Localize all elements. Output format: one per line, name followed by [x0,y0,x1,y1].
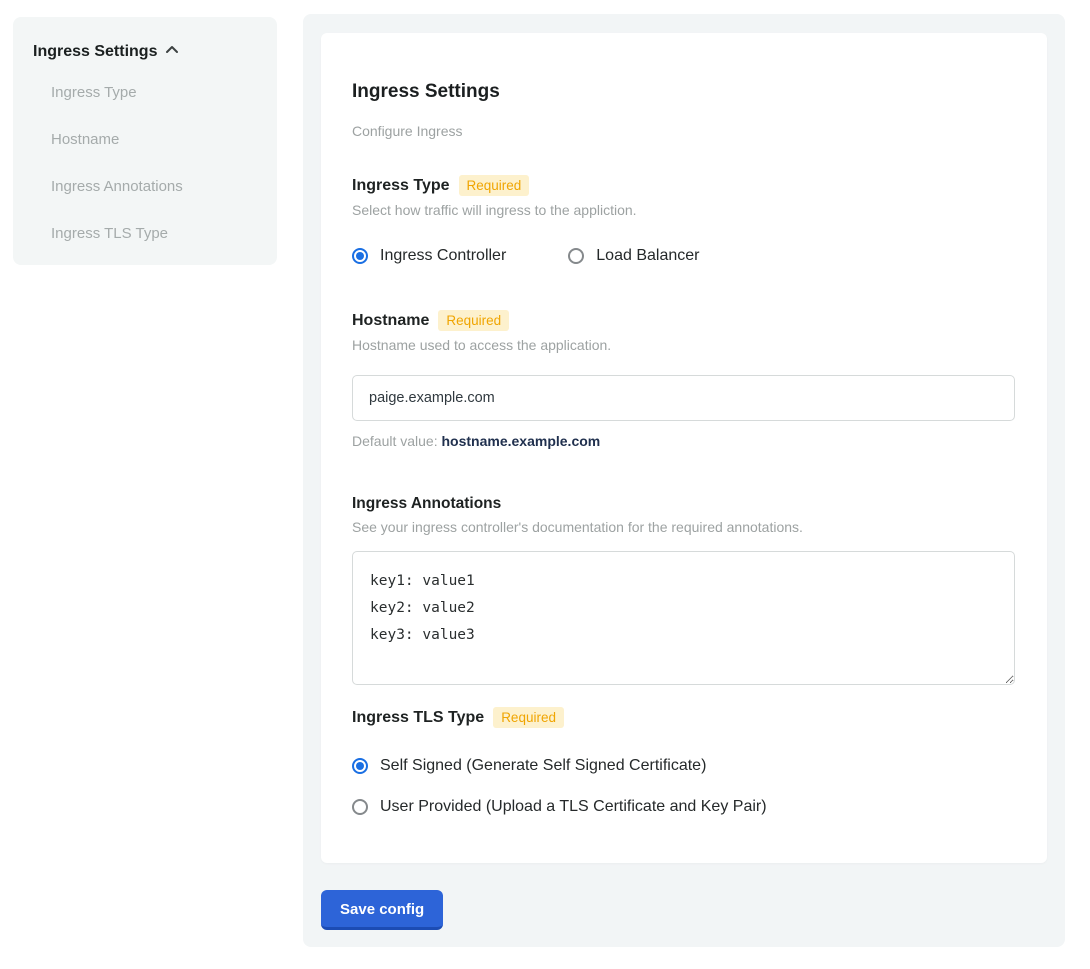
ingress-type-label: Ingress Type [352,177,450,195]
required-badge: Required [459,175,530,196]
section-ingress-tls-type: Ingress TLS Type Required Self Signed (G… [352,707,1015,816]
ingress-type-radio-group: Ingress Controller Load Balancer [352,247,1015,265]
chevron-up-icon [165,41,179,62]
radio-load-balancer-label: Load Balancer [596,247,699,265]
sidebar-group-ingress-settings[interactable]: Ingress Settings [33,41,257,62]
sidebar-item-ingress-type[interactable]: Ingress Type [33,74,257,111]
ingress-annotations-help: See your ingress controller's documentat… [352,519,1015,535]
hostname-default-line: Default value: hostname.example.com [352,433,1015,449]
save-config-button[interactable]: Save config [321,890,443,930]
ingress-annotations-label: Ingress Annotations [352,495,501,513]
required-badge: Required [493,707,564,728]
hostname-label: Hostname [352,312,429,330]
hostname-default-prefix: Default value: [352,433,442,449]
section-ingress-type: Ingress Type Required Select how traffic… [352,175,1015,265]
section-hostname: Hostname Required Hostname used to acces… [352,310,1015,449]
section-ingress-annotations: Ingress Annotations See your ingress con… [352,495,1015,685]
main-panel: Ingress Settings Configure Ingress Ingre… [303,14,1065,947]
ingress-settings-card: Ingress Settings Configure Ingress Ingre… [321,33,1047,863]
radio-unselected-icon [568,248,584,264]
sidebar-group-label: Ingress Settings [33,43,157,61]
hostname-default-value: hostname.example.com [442,433,601,449]
settings-sidebar: Ingress Settings Ingress Type Hostname I… [13,17,277,265]
ingress-annotations-textarea[interactable]: key1: value1 key2: value2 key3: value3 [352,551,1015,685]
page-title: Ingress Settings [352,59,1015,103]
radio-ingress-controller[interactable]: Ingress Controller [352,247,506,265]
radio-selected-icon [352,758,368,774]
sidebar-item-ingress-annotations[interactable]: Ingress Annotations [33,168,257,205]
sidebar-item-list: Ingress Type Hostname Ingress Annotation… [33,74,257,252]
page-subtitle: Configure Ingress [352,123,1015,139]
ingress-type-help: Select how traffic will ingress to the a… [352,202,1015,218]
hostname-help: Hostname used to access the application. [352,337,1015,353]
ingress-tls-type-label: Ingress TLS Type [352,709,484,727]
sidebar-item-ingress-tls-type[interactable]: Ingress TLS Type [33,215,257,252]
radio-self-signed[interactable]: Self Signed (Generate Self Signed Certif… [352,757,1015,775]
required-badge: Required [438,310,509,331]
radio-user-provided[interactable]: User Provided (Upload a TLS Certificate … [352,798,1015,816]
radio-self-signed-label: Self Signed (Generate Self Signed Certif… [380,757,706,775]
radio-load-balancer[interactable]: Load Balancer [568,247,699,265]
radio-selected-icon [352,248,368,264]
radio-ingress-controller-label: Ingress Controller [380,247,506,265]
hostname-input[interactable] [352,375,1015,421]
sidebar-item-hostname[interactable]: Hostname [33,121,257,158]
radio-user-provided-label: User Provided (Upload a TLS Certificate … [380,798,767,816]
radio-unselected-icon [352,799,368,815]
